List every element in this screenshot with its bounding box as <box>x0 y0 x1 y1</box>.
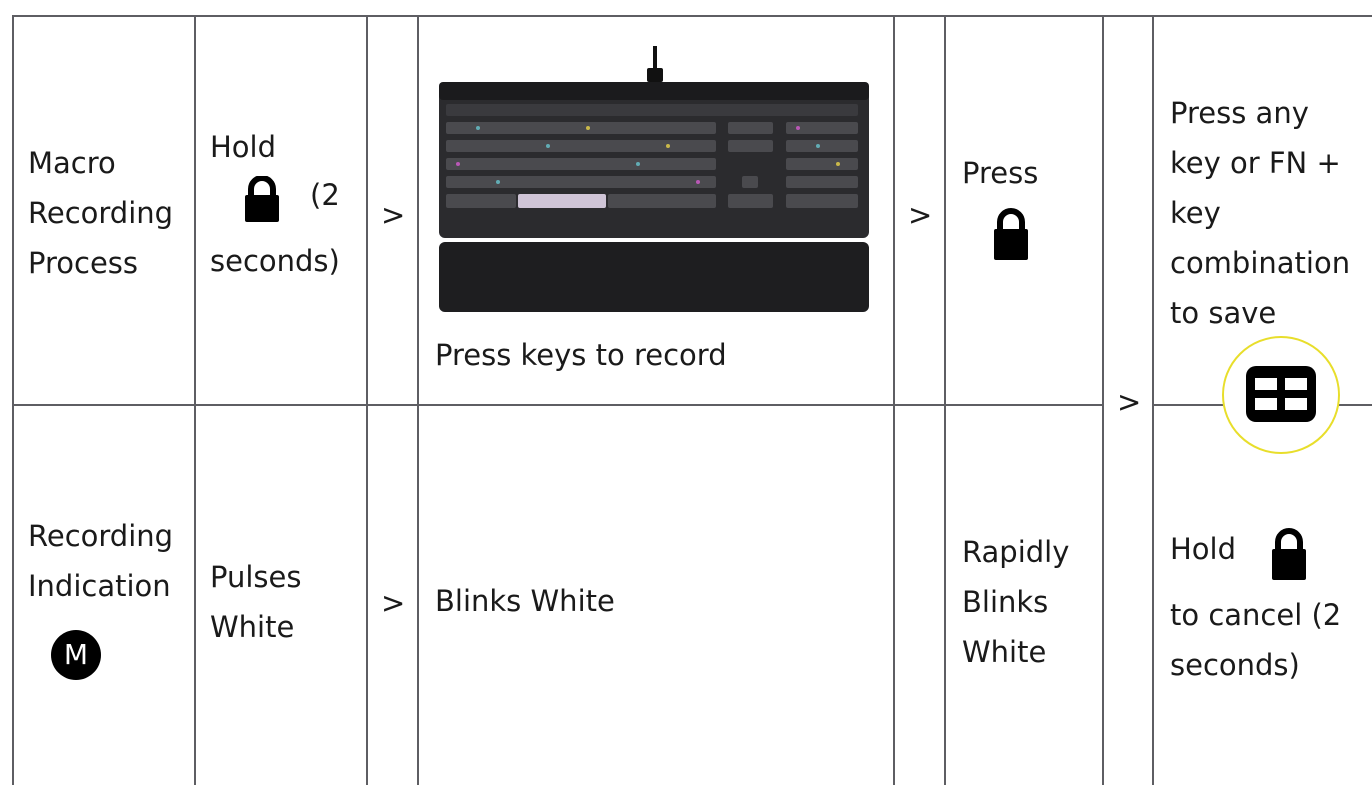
save-line: combination <box>1170 246 1351 280</box>
col-divider-1 <box>194 15 196 785</box>
col-divider-5 <box>944 15 946 785</box>
row-label-macro-process: Macro Recording Process <box>28 138 173 288</box>
cancel-instruction: Hold to cancel (2 seconds) <box>1170 524 1370 690</box>
row-label-recording-indication: Recording Indication <box>28 511 173 611</box>
arrow-separator: > <box>381 586 406 620</box>
label-line: Recording <box>28 519 174 553</box>
save-instruction: Press any key or FN + key combination to… <box>1170 88 1370 338</box>
row-divider <box>12 404 1104 406</box>
col-divider-0 <box>12 15 14 785</box>
cancel-hold-word: Hold <box>1170 532 1237 566</box>
col-divider-3 <box>417 15 419 785</box>
m-badge-letter: M <box>63 638 89 671</box>
press-word: Press <box>962 156 1039 190</box>
col-divider-7 <box>1152 15 1154 785</box>
col-divider-4 <box>893 15 895 785</box>
hold-icon-line: (2 <box>210 172 360 236</box>
rapid-line: Rapidly <box>962 535 1070 569</box>
arrow-separator: > <box>908 198 933 232</box>
cancel-line: to cancel (2 <box>1170 598 1342 632</box>
lock-icon <box>245 176 279 222</box>
grid-badge <box>1222 336 1340 454</box>
pulses-white: Pulses White <box>210 552 301 652</box>
lock-icon <box>1272 528 1306 580</box>
rapidly-blinks-white: Rapidly Blinks White <box>962 527 1069 677</box>
label-line: Macro <box>28 146 116 180</box>
col-divider-6 <box>1102 15 1104 785</box>
rapid-line: Blinks <box>962 585 1049 619</box>
blinks-white: Blinks White <box>435 584 615 618</box>
save-line: key or FN + <box>1170 146 1341 180</box>
rapid-line: White <box>962 635 1047 669</box>
save-line: key <box>1170 196 1221 230</box>
press-keys-caption: Press keys to record <box>435 338 727 372</box>
label-line: Recording <box>28 196 174 230</box>
hold-instruction: Hold (2 seconds) <box>210 122 360 286</box>
col-divider-2 <box>366 15 368 785</box>
label-line: Indication <box>28 569 171 603</box>
arrow-separator: > <box>381 198 406 232</box>
arrow-separator-shared: > <box>1117 385 1142 419</box>
cancel-line: seconds) <box>1170 648 1300 682</box>
hold-word: Hold <box>210 130 277 164</box>
save-line: to save <box>1170 296 1277 330</box>
label-line: Process <box>28 246 139 280</box>
lock-icon <box>994 208 1028 260</box>
save-line: Press any <box>1170 96 1309 130</box>
hold-duration-paren: (2 <box>310 178 340 212</box>
m-badge: M <box>51 630 101 680</box>
grid-icon <box>1246 366 1316 422</box>
pulses-line: Pulses <box>210 560 302 594</box>
cancel-first-line: Hold <box>1170 524 1370 590</box>
table-top-border <box>12 15 1372 17</box>
press-instruction: Press <box>962 148 1092 275</box>
pulses-line: White <box>210 610 295 644</box>
keyboard-image <box>439 46 869 312</box>
hold-duration-tail: seconds) <box>210 244 340 278</box>
